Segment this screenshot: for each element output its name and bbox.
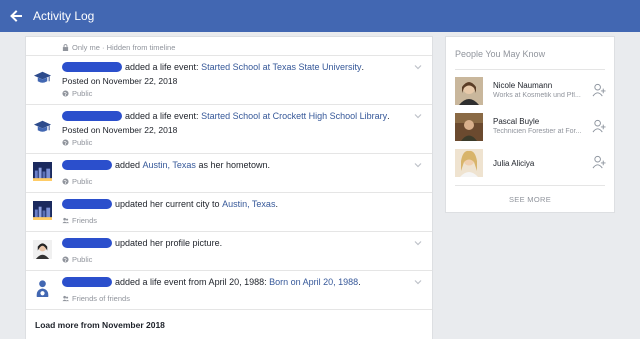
activity-log-panel: Only me · Hidden from timeline added a l… bbox=[25, 36, 433, 339]
person-job: Technicien Forestier at For... bbox=[493, 128, 582, 135]
entry-action: updated her current city to bbox=[115, 199, 220, 209]
log-entry: updated her current city to Austin, Texa… bbox=[26, 193, 432, 232]
person-name[interactable]: Julia Aliciya bbox=[493, 159, 534, 168]
person-job: Works at Kosmetik und Pfl... bbox=[493, 92, 581, 99]
add-friend-icon[interactable] bbox=[592, 83, 607, 97]
audience-label: Public bbox=[72, 138, 93, 147]
person-photo bbox=[455, 113, 483, 141]
entry-link[interactable]: Austin, Texas bbox=[143, 160, 196, 170]
log-entry: added Austin, Texas as her hometown. Pub… bbox=[26, 154, 432, 193]
back-arrow-icon[interactable] bbox=[9, 9, 23, 23]
globe-icon bbox=[62, 256, 69, 263]
divider bbox=[455, 185, 605, 186]
entry-link[interactable]: Started School at Crockett High School L… bbox=[201, 111, 387, 121]
audience-label: Public bbox=[72, 255, 93, 264]
pymk-title: People You May Know bbox=[455, 49, 546, 59]
baby-icon bbox=[36, 280, 49, 298]
hidden-notice-text: Only me · Hidden from timeline bbox=[72, 43, 176, 52]
audience-label: Friends of friends bbox=[72, 294, 130, 303]
chevron-down-icon[interactable] bbox=[414, 64, 422, 70]
friends-icon bbox=[62, 295, 69, 302]
person-suggestion[interactable]: Nicole Naumann Works at Kosmetik und Pfl… bbox=[455, 77, 607, 107]
redacted-name bbox=[62, 160, 112, 170]
entry-tail: . bbox=[275, 199, 278, 209]
posted-date: Posted on November 22, 2018 bbox=[62, 76, 178, 86]
city-photo bbox=[33, 162, 52, 181]
mortarboard-icon bbox=[33, 71, 52, 83]
entry-action: added bbox=[115, 160, 141, 170]
entry-tail: . bbox=[387, 111, 390, 121]
entry-action: added a life event from April 20, 1988: bbox=[115, 277, 267, 287]
entry-link[interactable]: Started School at Texas State University bbox=[201, 62, 361, 72]
add-friend-icon[interactable] bbox=[592, 119, 607, 133]
friends-icon bbox=[62, 217, 69, 224]
chevron-down-icon[interactable] bbox=[414, 113, 422, 119]
page-title: Activity Log bbox=[33, 9, 95, 23]
entry-link[interactable]: Austin, Texas bbox=[222, 199, 275, 209]
add-friend-icon[interactable] bbox=[592, 155, 607, 169]
load-more-link[interactable]: Load more from November 2018 bbox=[26, 310, 432, 339]
globe-icon bbox=[62, 178, 69, 185]
entry-link[interactable]: Born on April 20, 1988 bbox=[269, 277, 358, 287]
log-entry: added a life event from April 20, 1988: … bbox=[26, 271, 432, 310]
chevron-down-icon[interactable] bbox=[414, 162, 422, 168]
posted-date: Posted on November 22, 2018 bbox=[62, 125, 178, 135]
city-photo bbox=[33, 201, 52, 220]
entry-action: updated her profile picture. bbox=[115, 238, 223, 248]
person-photo bbox=[455, 149, 483, 177]
entry-tail: . bbox=[358, 277, 361, 287]
top-bar: Activity Log bbox=[0, 0, 640, 32]
entry-tail: . bbox=[361, 62, 365, 72]
globe-icon bbox=[62, 90, 69, 97]
entry-action: added a life event: bbox=[125, 62, 199, 72]
people-you-may-know-panel: People You May Know Nicole Naumann Works… bbox=[445, 36, 615, 213]
audience-label: Public bbox=[72, 89, 93, 98]
log-entry: added a life event: Started School at Te… bbox=[26, 56, 432, 105]
entry-action: added a life event: bbox=[125, 111, 199, 121]
audience-label: Public bbox=[72, 177, 93, 186]
log-entry: updated her profile picture. Public bbox=[26, 232, 432, 271]
hidden-notice-row: Only me · Hidden from timeline bbox=[26, 37, 432, 56]
redacted-name bbox=[62, 277, 112, 287]
person-suggestion[interactable]: Julia Aliciya bbox=[455, 149, 607, 179]
redacted-name bbox=[62, 238, 112, 248]
profile-photo bbox=[33, 240, 52, 259]
log-entry: added a life event: Started School at Cr… bbox=[26, 105, 432, 154]
person-name[interactable]: Nicole Naumann bbox=[493, 81, 552, 90]
mortarboard-icon bbox=[33, 120, 52, 132]
person-name[interactable]: Pascal Buyle bbox=[493, 117, 539, 126]
redacted-name bbox=[62, 199, 112, 209]
audience-label: Friends bbox=[72, 216, 98, 225]
chevron-down-icon[interactable] bbox=[414, 279, 422, 285]
person-photo bbox=[455, 77, 483, 105]
redacted-name bbox=[62, 62, 122, 72]
divider bbox=[455, 69, 605, 70]
redacted-name bbox=[62, 111, 122, 121]
chevron-down-icon[interactable] bbox=[414, 240, 422, 246]
entry-tail: as her hometown. bbox=[198, 160, 270, 170]
see-more-button[interactable]: SEE MORE bbox=[446, 195, 614, 204]
lock-icon bbox=[62, 44, 69, 51]
globe-icon bbox=[62, 139, 69, 146]
person-suggestion[interactable]: Pascal Buyle Technicien Forestier at For… bbox=[455, 113, 607, 143]
